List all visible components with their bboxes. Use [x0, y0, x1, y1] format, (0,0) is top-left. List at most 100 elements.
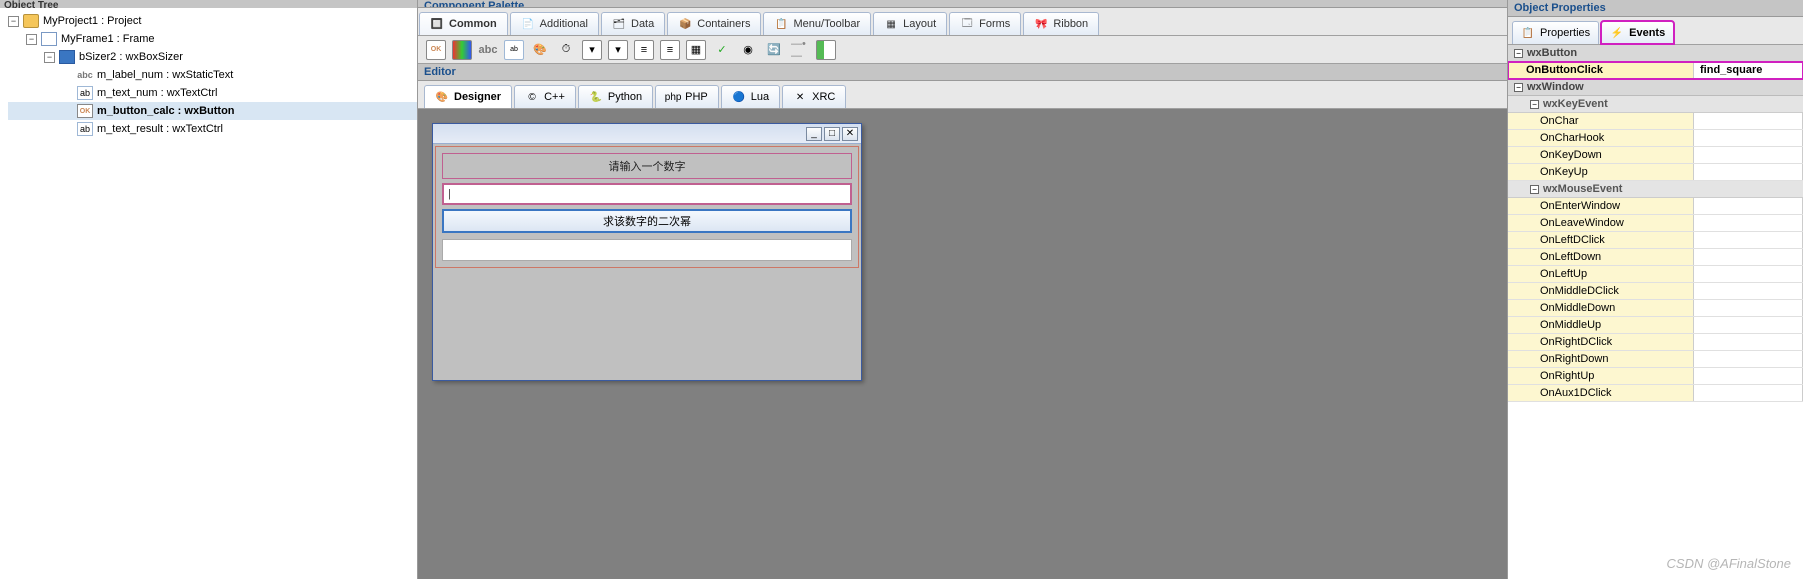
event-row[interactable]: OnEnterWindow: [1508, 198, 1803, 215]
category-label: wxButton: [1527, 47, 1577, 59]
tool-textctrl-icon[interactable]: ab: [504, 40, 524, 60]
tab-label: Properties: [1540, 27, 1590, 39]
palette-tab-menutoolbar[interactable]: 📋Menu/Toolbar: [763, 12, 871, 35]
tool-spin-icon[interactable]: 🔄: [764, 40, 784, 60]
event-value[interactable]: [1694, 164, 1803, 180]
palette-tab-containers[interactable]: 📦Containers: [667, 12, 761, 35]
collapse-icon[interactable]: −: [1514, 83, 1523, 92]
event-value[interactable]: [1694, 232, 1803, 248]
event-row-onbuttonclick[interactable]: OnButtonClick find_square: [1508, 62, 1803, 79]
palette-tab-common[interactable]: 🔲Common: [419, 12, 508, 35]
designer-canvas[interactable]: _ □ ✕ 请输入一个数字 | 求该数字的二次幂: [418, 109, 1507, 579]
tool-check-icon[interactable]: ✓: [712, 40, 732, 60]
event-value[interactable]: [1694, 283, 1803, 299]
tree-label: m_text_result : wxTextCtrl: [97, 123, 223, 135]
subcategory-mouseevent[interactable]: −wxMouseEvent: [1508, 181, 1803, 198]
palette-tab-data[interactable]: 🗂Data: [601, 12, 665, 35]
event-value[interactable]: [1694, 147, 1803, 163]
event-value[interactable]: [1694, 198, 1803, 214]
tool-button-icon[interactable]: OK: [426, 40, 446, 60]
tool-listbox-icon[interactable]: ≡: [660, 40, 680, 60]
tool-static-text-icon[interactable]: abc: [478, 40, 498, 60]
expand-icon[interactable]: −: [44, 52, 55, 63]
palette-tab-additional[interactable]: 📄Additional: [510, 12, 599, 35]
event-row[interactable]: OnCharHook: [1508, 130, 1803, 147]
expand-icon[interactable]: −: [8, 16, 19, 27]
designer-result-text[interactable]: [442, 239, 852, 261]
event-name: OnEnterWindow: [1508, 198, 1694, 214]
event-value[interactable]: [1694, 130, 1803, 146]
event-row[interactable]: OnChar: [1508, 113, 1803, 130]
event-value[interactable]: [1694, 351, 1803, 367]
event-value[interactable]: [1694, 215, 1803, 231]
props-tab-events[interactable]: ⚡Events: [1601, 21, 1674, 44]
event-value[interactable]: [1694, 300, 1803, 316]
tool-combo-icon[interactable]: ▾: [582, 40, 602, 60]
tool-gauge-icon[interactable]: ⏱: [556, 40, 576, 60]
tree-node[interactable]: abcm_label_num : wxStaticText: [8, 66, 417, 84]
close-icon[interactable]: ✕: [842, 127, 858, 141]
collapse-icon[interactable]: −: [1530, 185, 1539, 194]
editor-tab-designer[interactable]: 🎨Designer: [424, 85, 512, 108]
tree-node[interactable]: abm_text_result : wxTextCtrl: [8, 120, 417, 138]
tool-radio-icon[interactable]: ◉: [738, 40, 758, 60]
event-value[interactable]: [1694, 368, 1803, 384]
event-row[interactable]: OnMiddleDClick: [1508, 283, 1803, 300]
minimize-icon[interactable]: _: [806, 127, 822, 141]
tree-node[interactable]: −MyFrame1 : Frame: [8, 30, 417, 48]
tree-node[interactable]: abm_text_num : wxTextCtrl: [8, 84, 417, 102]
event-row[interactable]: OnLeaveWindow: [1508, 215, 1803, 232]
designer-frame[interactable]: _ □ ✕ 请输入一个数字 | 求该数字的二次幂: [432, 123, 862, 381]
event-value[interactable]: [1694, 385, 1803, 401]
palette-tab-layout[interactable]: ▦Layout: [873, 12, 947, 35]
tree-node[interactable]: OKm_button_calc : wxButton: [8, 102, 417, 120]
palette-tab-ribbon[interactable]: 🎀Ribbon: [1023, 12, 1099, 35]
props-tab-properties[interactable]: 📋Properties: [1512, 21, 1599, 44]
event-row[interactable]: OnLeftUp: [1508, 266, 1803, 283]
event-value[interactable]: [1694, 266, 1803, 282]
event-row[interactable]: OnMiddleDown: [1508, 300, 1803, 317]
expand-icon[interactable]: −: [26, 34, 37, 45]
subcategory-keyevent[interactable]: −wxKeyEvent: [1508, 96, 1803, 113]
editor-tab-c[interactable]: ©C++: [514, 85, 576, 108]
tool-bitmap-icon[interactable]: [452, 40, 472, 60]
tool-color-icon[interactable]: 🎨: [530, 40, 550, 60]
event-row[interactable]: OnKeyDown: [1508, 147, 1803, 164]
tool-slider-icon[interactable]: —•—: [790, 40, 810, 60]
designer-static-text[interactable]: 请输入一个数字: [442, 153, 852, 179]
tool-progress-icon[interactable]: [816, 40, 836, 60]
designer-button[interactable]: 求该数字的二次幂: [442, 209, 852, 233]
designer-text-input[interactable]: |: [442, 183, 852, 205]
tool-choice-icon[interactable]: ▾: [608, 40, 628, 60]
collapse-icon[interactable]: −: [1530, 100, 1539, 109]
event-row[interactable]: OnRightUp: [1508, 368, 1803, 385]
tool-grid-icon[interactable]: ▦: [686, 40, 706, 60]
event-row[interactable]: OnAux1DClick: [1508, 385, 1803, 402]
editor-tab-python[interactable]: 🐍Python: [578, 85, 653, 108]
maximize-icon[interactable]: □: [824, 127, 840, 141]
collapse-icon[interactable]: −: [1514, 49, 1523, 58]
event-value[interactable]: [1694, 317, 1803, 333]
event-row[interactable]: OnLeftDClick: [1508, 232, 1803, 249]
palette-tab-forms[interactable]: 🗔Forms: [949, 12, 1021, 35]
event-value[interactable]: [1694, 334, 1803, 350]
event-row[interactable]: OnRightDClick: [1508, 334, 1803, 351]
event-value[interactable]: [1694, 113, 1803, 129]
editor-tab-xrc[interactable]: ✕XRC: [782, 85, 846, 108]
event-handler-value[interactable]: find_square: [1694, 62, 1803, 78]
event-row[interactable]: OnKeyUp: [1508, 164, 1803, 181]
category-wxwindow[interactable]: −wxWindow: [1508, 79, 1803, 96]
event-value[interactable]: [1694, 249, 1803, 265]
editor-tab-php[interactable]: phpPHP: [655, 85, 719, 108]
tool-list-icon[interactable]: ≡: [634, 40, 654, 60]
object-tree[interactable]: −MyProject1 : Project−MyFrame1 : Frame−b…: [0, 8, 417, 138]
tree-node[interactable]: −MyProject1 : Project: [8, 12, 417, 30]
category-wxbutton[interactable]: −wxButton: [1508, 45, 1803, 62]
event-row[interactable]: OnLeftDown: [1508, 249, 1803, 266]
event-row[interactable]: OnMiddleUp: [1508, 317, 1803, 334]
event-row[interactable]: OnRightDown: [1508, 351, 1803, 368]
events-grid[interactable]: −wxButton OnButtonClick find_square −wxW…: [1508, 45, 1803, 579]
tree-node[interactable]: −bSizer2 : wxBoxSizer: [8, 48, 417, 66]
editor-tab-lua[interactable]: 🔵Lua: [721, 85, 780, 108]
frame-titlebar: _ □ ✕: [433, 124, 861, 144]
